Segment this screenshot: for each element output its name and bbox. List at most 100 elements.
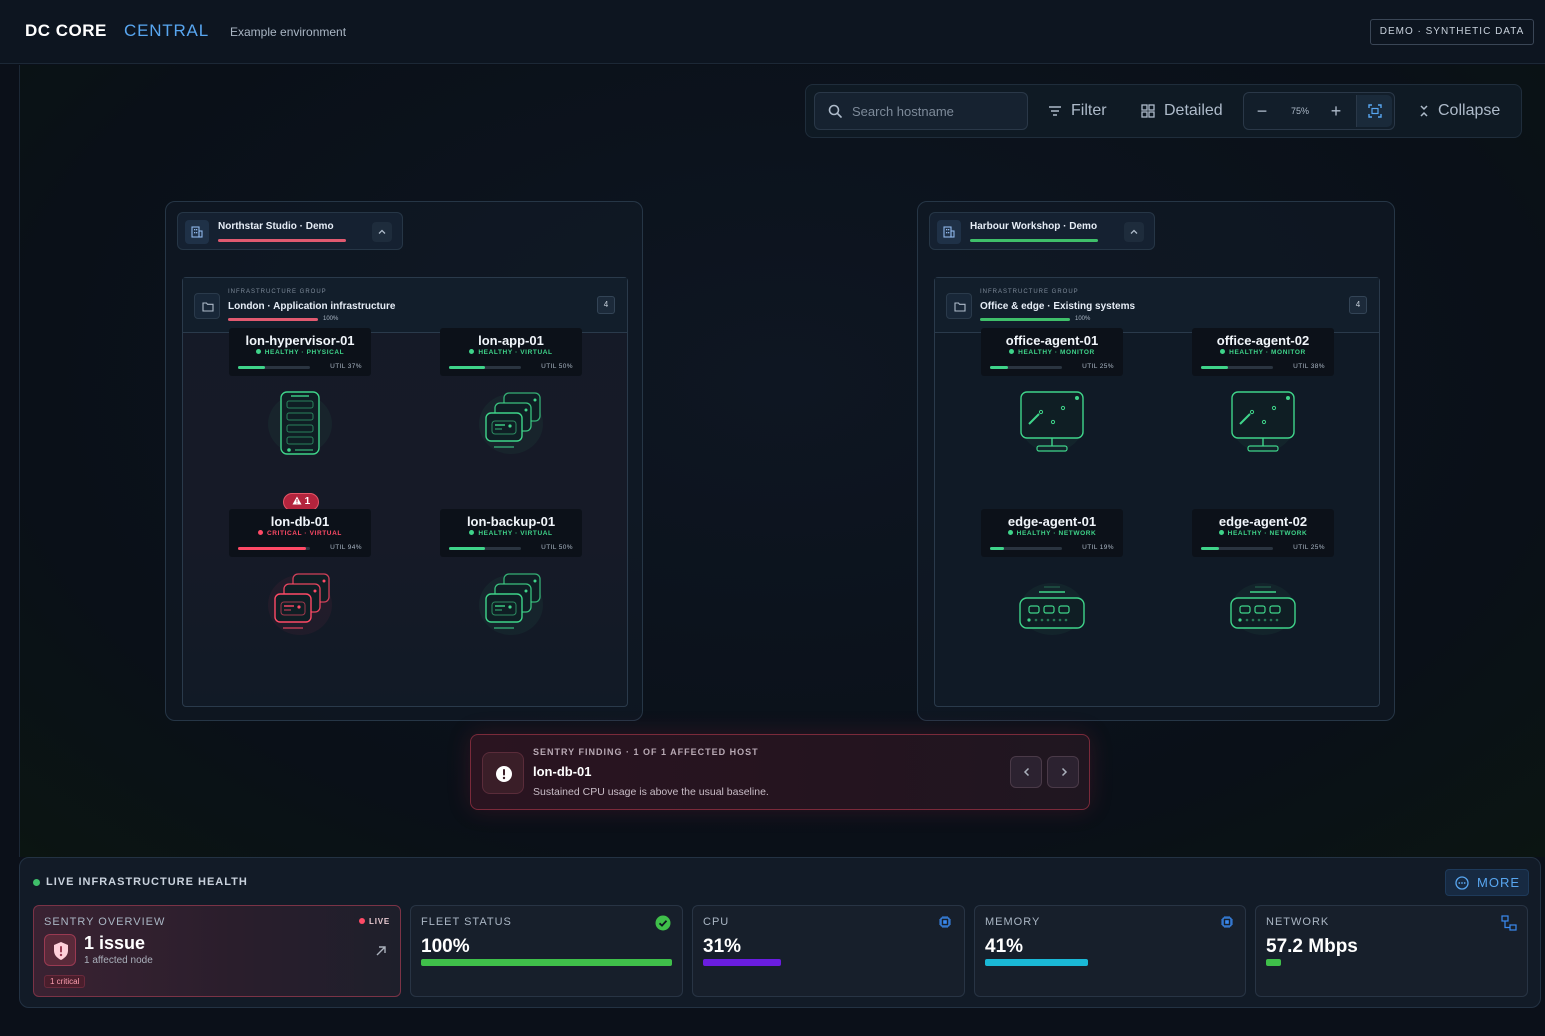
node-util: UTIL 19% bbox=[1082, 544, 1114, 551]
node-lon-app-01[interactable]: lon-app-01 HEALTHY · VIRTUAL UTIL 50% bbox=[440, 328, 582, 468]
node-status-text: HEALTHY · VIRTUAL bbox=[478, 530, 553, 537]
fleet-status-card[interactable]: FLEET STATUS 100% bbox=[410, 905, 683, 997]
status-dot bbox=[1009, 349, 1015, 354]
node-label-card: edge-agent-02 HEALTHY · NETWORK UTIL 25% bbox=[1192, 509, 1334, 557]
arrow-up-right-icon[interactable] bbox=[374, 944, 388, 958]
node-office-agent-02[interactable]: office-agent-02 HEALTHY · MONITOR UTIL 3… bbox=[1192, 328, 1334, 468]
group-node-count: 4 bbox=[597, 296, 615, 314]
network-icon bbox=[1501, 915, 1517, 931]
node-lon-backup-01[interactable]: lon-backup-01 HEALTHY · VIRTUAL UTIL 50% bbox=[440, 509, 582, 649]
network-card[interactable]: NETWORK 57.2 Mbps bbox=[1255, 905, 1528, 997]
view-mode-label: Detailed bbox=[1164, 102, 1223, 119]
node-edge-agent-01[interactable]: edge-agent-01 HEALTHY · NETWORK UTIL 19% bbox=[981, 509, 1123, 649]
node-status: HEALTHY · NETWORK bbox=[981, 530, 1123, 537]
site-name: Harbour Workshop · Demo bbox=[970, 221, 1098, 232]
util-bar-fill bbox=[238, 547, 306, 550]
util-bar-fill bbox=[1201, 547, 1219, 550]
chevron-up-icon bbox=[378, 229, 386, 234]
util-bar bbox=[1201, 547, 1273, 550]
node-label-card: edge-agent-01 HEALTHY · NETWORK UTIL 19% bbox=[981, 509, 1123, 557]
util-bar bbox=[449, 547, 521, 550]
zoom-in-button[interactable]: + bbox=[1324, 93, 1348, 129]
filter-button[interactable]: Filter bbox=[1046, 92, 1126, 130]
filter-icon bbox=[1049, 106, 1061, 116]
node-label-card: lon-app-01 HEALTHY · VIRTUAL UTIL 50% bbox=[440, 328, 582, 376]
next-finding-button[interactable] bbox=[1047, 756, 1079, 788]
memory-card[interactable]: MEMORY 41% bbox=[974, 905, 1246, 997]
finding-host[interactable]: lon-db-01 bbox=[533, 764, 592, 779]
card-label: CPU bbox=[703, 916, 730, 928]
folder-icon bbox=[946, 293, 972, 319]
sentry-overview-card[interactable]: SENTRY OVERVIEW LIVE 1 issue 1 affected … bbox=[33, 905, 401, 997]
zoom-level: 75% bbox=[1290, 106, 1309, 116]
site-collapse-button[interactable] bbox=[372, 222, 392, 242]
node-status-text: HEALTHY · NETWORK bbox=[1227, 530, 1308, 537]
node-name: office-agent-01 bbox=[1005, 333, 1099, 348]
node-name: edge-agent-01 bbox=[1007, 514, 1097, 529]
building-icon bbox=[937, 220, 961, 244]
live-badge-label: LIVE bbox=[369, 917, 390, 926]
node-name: lon-db-01 bbox=[270, 514, 330, 529]
site-header[interactable]: Harbour Workshop · Demo bbox=[929, 212, 1155, 250]
fit-view-button[interactable] bbox=[1356, 95, 1392, 127]
util-bar-fill bbox=[449, 547, 485, 550]
util-bar bbox=[990, 547, 1062, 550]
node-status-text: CRITICAL · VIRTUAL bbox=[267, 530, 342, 537]
view-mode-button[interactable]: Detailed bbox=[1140, 92, 1232, 130]
node-edge-agent-02[interactable]: edge-agent-02 HEALTHY · NETWORK UTIL 25% bbox=[1192, 509, 1334, 649]
environment-label: Example environment bbox=[230, 25, 347, 39]
node-util: UTIL 94% bbox=[330, 544, 362, 551]
status-dot bbox=[1007, 530, 1013, 535]
node-office-agent-01[interactable]: office-agent-01 HEALTHY · MONITOR UTIL 2… bbox=[981, 328, 1123, 468]
live-dot bbox=[359, 918, 366, 924]
group-header[interactable]: INFRASTRUCTURE GROUP London · Applicatio… bbox=[183, 278, 627, 333]
util-bar-fill bbox=[990, 547, 1004, 550]
zoom-controls: − 75% + bbox=[1243, 92, 1395, 130]
node-lon-db-01[interactable]: 1 lon-db-01 CRITICAL · VIRTUAL UTIL 94% bbox=[229, 493, 371, 649]
collapse-button[interactable]: Collapse bbox=[1416, 92, 1516, 130]
util-bar bbox=[238, 366, 310, 369]
group-header[interactable]: INFRASTRUCTURE GROUP Office & edge · Exi… bbox=[935, 278, 1379, 333]
node-util: UTIL 50% bbox=[541, 363, 573, 370]
affected-nodes: 1 affected node bbox=[84, 955, 153, 966]
search-input[interactable]: Search hostname bbox=[814, 92, 1028, 130]
status-dot bbox=[1220, 349, 1226, 354]
more-label: MORE bbox=[1477, 875, 1520, 890]
zoom-out-button[interactable]: − bbox=[1250, 93, 1274, 129]
status-dot bbox=[1218, 530, 1224, 535]
collapse-icon bbox=[1420, 105, 1428, 117]
node-status: HEALTHY · MONITOR bbox=[1192, 349, 1334, 356]
node-name: office-agent-02 bbox=[1216, 333, 1310, 348]
status-dot bbox=[469, 349, 475, 354]
node-status-text: HEALTHY · MONITOR bbox=[1229, 349, 1306, 356]
node-status-text: HEALTHY · PHYSICAL bbox=[264, 349, 345, 356]
vm-stack-icon bbox=[265, 565, 335, 641]
sentry-finding-banner[interactable]: SENTRY FINDING · 1 OF 1 AFFECTED HOST lo… bbox=[470, 734, 1090, 810]
node-status: CRITICAL · VIRTUAL bbox=[229, 530, 371, 537]
node-status: HEALTHY · VIRTUAL bbox=[440, 349, 582, 356]
node-status: HEALTHY · PHYSICAL bbox=[229, 349, 371, 356]
site-header[interactable]: Northstar Studio · Demo bbox=[177, 212, 403, 250]
filter-label: Filter bbox=[1071, 102, 1107, 119]
health-panel-title: LIVE INFRASTRUCTURE HEALTH bbox=[46, 876, 248, 888]
group-health-pct: 100% bbox=[1075, 316, 1091, 322]
live-health-panel: LIVE INFRASTRUCTURE HEALTH MORE SENTRY O… bbox=[19, 857, 1541, 1008]
cpu-card[interactable]: CPU 31% bbox=[692, 905, 965, 997]
node-status-text: HEALTHY · VIRTUAL bbox=[478, 349, 553, 356]
util-bar-fill bbox=[238, 366, 265, 369]
node-label-card: office-agent-02 HEALTHY · MONITOR UTIL 3… bbox=[1192, 328, 1334, 376]
node-util: UTIL 25% bbox=[1293, 544, 1325, 551]
monitor-icon bbox=[1228, 384, 1298, 460]
check-circle-icon bbox=[655, 915, 671, 931]
card-value: 57.2 Mbps bbox=[1266, 936, 1358, 957]
more-button[interactable]: MORE bbox=[1445, 869, 1529, 896]
site-collapse-button[interactable] bbox=[1124, 222, 1144, 242]
node-lon-hypervisor-01[interactable]: lon-hypervisor-01 HEALTHY · PHYSICAL UTI… bbox=[229, 328, 371, 468]
vm-stack-icon bbox=[476, 565, 546, 641]
warning-icon bbox=[292, 496, 302, 505]
previous-finding-button[interactable] bbox=[1010, 756, 1042, 788]
brand-accent: CENTRAL bbox=[124, 21, 209, 40]
metric-bar bbox=[703, 959, 781, 966]
metric-bar bbox=[985, 959, 1088, 966]
group-tag: INFRASTRUCTURE GROUP bbox=[228, 289, 327, 295]
